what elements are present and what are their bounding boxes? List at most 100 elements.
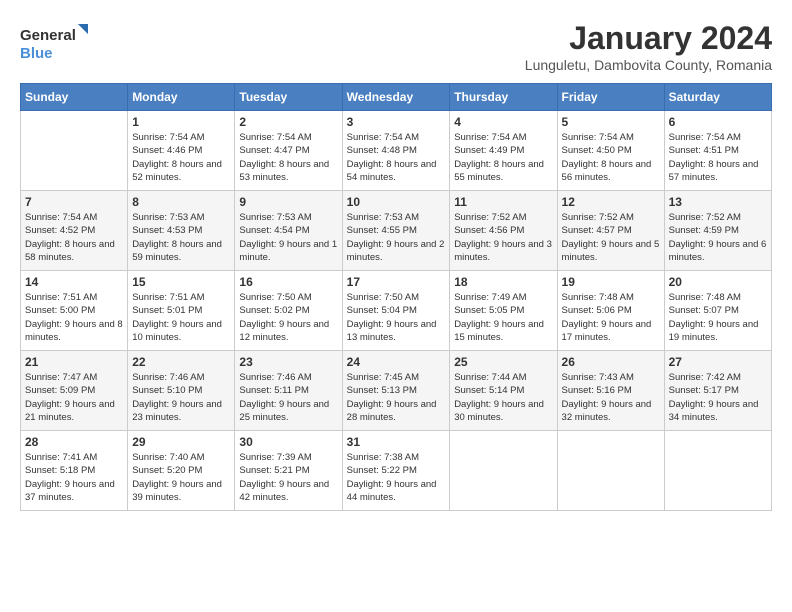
calendar-cell: 1 Sunrise: 7:54 AMSunset: 4:46 PMDayligh… xyxy=(128,111,235,191)
day-info: Sunrise: 7:54 AMSunset: 4:50 PMDaylight:… xyxy=(562,131,660,184)
day-info: Sunrise: 7:54 AMSunset: 4:47 PMDaylight:… xyxy=(239,131,337,184)
calendar-cell: 9 Sunrise: 7:53 AMSunset: 4:54 PMDayligh… xyxy=(235,191,342,271)
calendar-cell: 26 Sunrise: 7:43 AMSunset: 5:16 PMDaylig… xyxy=(557,351,664,431)
calendar-cell: 28 Sunrise: 7:41 AMSunset: 5:18 PMDaylig… xyxy=(21,431,128,511)
logo-svg: General Blue xyxy=(20,20,90,64)
day-number: 21 xyxy=(25,355,123,369)
day-number: 16 xyxy=(239,275,337,289)
week-row: 7 Sunrise: 7:54 AMSunset: 4:52 PMDayligh… xyxy=(21,191,772,271)
day-info: Sunrise: 7:52 AMSunset: 4:56 PMDaylight:… xyxy=(454,211,552,264)
day-info: Sunrise: 7:51 AMSunset: 5:01 PMDaylight:… xyxy=(132,291,230,344)
day-info: Sunrise: 7:53 AMSunset: 4:55 PMDaylight:… xyxy=(347,211,446,264)
day-info: Sunrise: 7:47 AMSunset: 5:09 PMDaylight:… xyxy=(25,371,123,424)
day-number: 25 xyxy=(454,355,552,369)
day-info: Sunrise: 7:50 AMSunset: 5:02 PMDaylight:… xyxy=(239,291,337,344)
day-info: Sunrise: 7:53 AMSunset: 4:53 PMDaylight:… xyxy=(132,211,230,264)
day-info: Sunrise: 7:40 AMSunset: 5:20 PMDaylight:… xyxy=(132,451,230,504)
day-number: 30 xyxy=(239,435,337,449)
page-header: General Blue January 2024 Lunguletu, Dam… xyxy=(20,20,772,73)
svg-text:Blue: Blue xyxy=(20,45,53,62)
day-number: 14 xyxy=(25,275,123,289)
week-row: 14 Sunrise: 7:51 AMSunset: 5:00 PMDaylig… xyxy=(21,271,772,351)
day-number: 26 xyxy=(562,355,660,369)
day-number: 7 xyxy=(25,195,123,209)
calendar-cell: 29 Sunrise: 7:40 AMSunset: 5:20 PMDaylig… xyxy=(128,431,235,511)
week-row: 1 Sunrise: 7:54 AMSunset: 4:46 PMDayligh… xyxy=(21,111,772,191)
day-number: 27 xyxy=(669,355,767,369)
day-info: Sunrise: 7:54 AMSunset: 4:46 PMDaylight:… xyxy=(132,131,230,184)
location: Lunguletu, Dambovita County, Romania xyxy=(525,57,772,73)
day-info: Sunrise: 7:45 AMSunset: 5:13 PMDaylight:… xyxy=(347,371,446,424)
weekday-header: Saturday xyxy=(664,84,771,111)
calendar-cell: 30 Sunrise: 7:39 AMSunset: 5:21 PMDaylig… xyxy=(235,431,342,511)
calendar-cell: 25 Sunrise: 7:44 AMSunset: 5:14 PMDaylig… xyxy=(450,351,557,431)
calendar-cell: 17 Sunrise: 7:50 AMSunset: 5:04 PMDaylig… xyxy=(342,271,450,351)
calendar-cell: 14 Sunrise: 7:51 AMSunset: 5:00 PMDaylig… xyxy=(21,271,128,351)
calendar-cell: 31 Sunrise: 7:38 AMSunset: 5:22 PMDaylig… xyxy=(342,431,450,511)
calendar-cell: 8 Sunrise: 7:53 AMSunset: 4:53 PMDayligh… xyxy=(128,191,235,271)
weekday-header: Wednesday xyxy=(342,84,450,111)
calendar-cell: 4 Sunrise: 7:54 AMSunset: 4:49 PMDayligh… xyxy=(450,111,557,191)
weekday-header: Sunday xyxy=(21,84,128,111)
day-info: Sunrise: 7:44 AMSunset: 5:14 PMDaylight:… xyxy=(454,371,552,424)
day-number: 31 xyxy=(347,435,446,449)
day-info: Sunrise: 7:52 AMSunset: 4:57 PMDaylight:… xyxy=(562,211,660,264)
calendar-cell: 15 Sunrise: 7:51 AMSunset: 5:01 PMDaylig… xyxy=(128,271,235,351)
day-info: Sunrise: 7:54 AMSunset: 4:49 PMDaylight:… xyxy=(454,131,552,184)
day-number: 10 xyxy=(347,195,446,209)
calendar-cell xyxy=(450,431,557,511)
day-info: Sunrise: 7:52 AMSunset: 4:59 PMDaylight:… xyxy=(669,211,767,264)
calendar-cell: 21 Sunrise: 7:47 AMSunset: 5:09 PMDaylig… xyxy=(21,351,128,431)
calendar-cell xyxy=(21,111,128,191)
day-info: Sunrise: 7:43 AMSunset: 5:16 PMDaylight:… xyxy=(562,371,660,424)
day-info: Sunrise: 7:48 AMSunset: 5:06 PMDaylight:… xyxy=(562,291,660,344)
day-number: 24 xyxy=(347,355,446,369)
day-number: 11 xyxy=(454,195,552,209)
day-number: 9 xyxy=(239,195,337,209)
calendar-cell: 12 Sunrise: 7:52 AMSunset: 4:57 PMDaylig… xyxy=(557,191,664,271)
calendar-cell: 18 Sunrise: 7:49 AMSunset: 5:05 PMDaylig… xyxy=(450,271,557,351)
calendar-cell: 19 Sunrise: 7:48 AMSunset: 5:06 PMDaylig… xyxy=(557,271,664,351)
header-row: SundayMondayTuesdayWednesdayThursdayFrid… xyxy=(21,84,772,111)
day-info: Sunrise: 7:48 AMSunset: 5:07 PMDaylight:… xyxy=(669,291,767,344)
day-number: 18 xyxy=(454,275,552,289)
day-number: 29 xyxy=(132,435,230,449)
calendar-cell: 23 Sunrise: 7:46 AMSunset: 5:11 PMDaylig… xyxy=(235,351,342,431)
week-row: 21 Sunrise: 7:47 AMSunset: 5:09 PMDaylig… xyxy=(21,351,772,431)
day-number: 20 xyxy=(669,275,767,289)
day-number: 6 xyxy=(669,115,767,129)
day-number: 13 xyxy=(669,195,767,209)
logo: General Blue xyxy=(20,20,90,64)
calendar-cell: 27 Sunrise: 7:42 AMSunset: 5:17 PMDaylig… xyxy=(664,351,771,431)
title-block: January 2024 Lunguletu, Dambovita County… xyxy=(525,20,772,73)
day-number: 8 xyxy=(132,195,230,209)
calendar-cell: 7 Sunrise: 7:54 AMSunset: 4:52 PMDayligh… xyxy=(21,191,128,271)
weekday-header: Friday xyxy=(557,84,664,111)
calendar-cell: 10 Sunrise: 7:53 AMSunset: 4:55 PMDaylig… xyxy=(342,191,450,271)
weekday-header: Monday xyxy=(128,84,235,111)
week-row: 28 Sunrise: 7:41 AMSunset: 5:18 PMDaylig… xyxy=(21,431,772,511)
day-number: 5 xyxy=(562,115,660,129)
day-number: 1 xyxy=(132,115,230,129)
day-info: Sunrise: 7:53 AMSunset: 4:54 PMDaylight:… xyxy=(239,211,337,264)
day-info: Sunrise: 7:54 AMSunset: 4:48 PMDaylight:… xyxy=(347,131,446,184)
calendar-cell: 5 Sunrise: 7:54 AMSunset: 4:50 PMDayligh… xyxy=(557,111,664,191)
day-number: 3 xyxy=(347,115,446,129)
calendar-cell: 11 Sunrise: 7:52 AMSunset: 4:56 PMDaylig… xyxy=(450,191,557,271)
calendar-cell: 16 Sunrise: 7:50 AMSunset: 5:02 PMDaylig… xyxy=(235,271,342,351)
day-info: Sunrise: 7:54 AMSunset: 4:52 PMDaylight:… xyxy=(25,211,123,264)
calendar-cell: 2 Sunrise: 7:54 AMSunset: 4:47 PMDayligh… xyxy=(235,111,342,191)
weekday-header: Tuesday xyxy=(235,84,342,111)
calendar-cell: 3 Sunrise: 7:54 AMSunset: 4:48 PMDayligh… xyxy=(342,111,450,191)
calendar-cell: 13 Sunrise: 7:52 AMSunset: 4:59 PMDaylig… xyxy=(664,191,771,271)
calendar-cell xyxy=(557,431,664,511)
day-number: 28 xyxy=(25,435,123,449)
day-info: Sunrise: 7:46 AMSunset: 5:10 PMDaylight:… xyxy=(132,371,230,424)
calendar-cell: 22 Sunrise: 7:46 AMSunset: 5:10 PMDaylig… xyxy=(128,351,235,431)
day-info: Sunrise: 7:46 AMSunset: 5:11 PMDaylight:… xyxy=(239,371,337,424)
calendar-cell: 24 Sunrise: 7:45 AMSunset: 5:13 PMDaylig… xyxy=(342,351,450,431)
day-number: 2 xyxy=(239,115,337,129)
day-number: 4 xyxy=(454,115,552,129)
day-info: Sunrise: 7:49 AMSunset: 5:05 PMDaylight:… xyxy=(454,291,552,344)
day-info: Sunrise: 7:54 AMSunset: 4:51 PMDaylight:… xyxy=(669,131,767,184)
